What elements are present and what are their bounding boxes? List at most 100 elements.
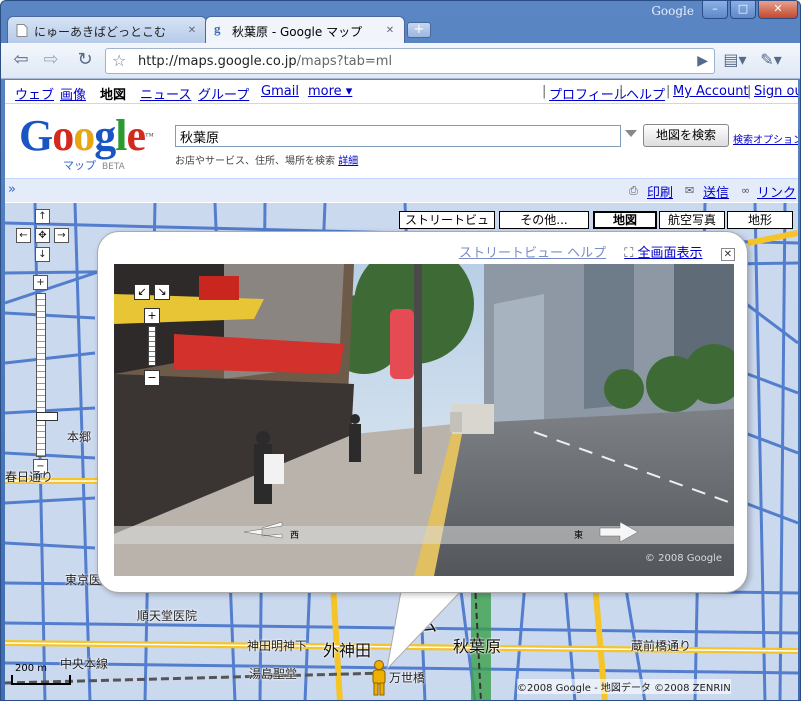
browser-window: Google – □ ✕ にゅーあきばどっとこむ ✕ g 秋葉原 - Googl…: [0, 0, 801, 701]
reload-icon[interactable]: ↻: [73, 49, 97, 73]
street-photo: [114, 264, 734, 576]
sign-out-link[interactable]: Sign ou: [754, 84, 798, 99]
pan-left-icon[interactable]: ←: [16, 228, 31, 243]
map-label: 外神田: [323, 641, 372, 660]
tab-title: 秋葉原 - Google マップ: [232, 25, 363, 39]
gbar-groups-link[interactable]: グループ: [198, 84, 249, 103]
zoom-in-icon[interactable]: +: [33, 275, 48, 290]
address-bar[interactable]: ☆ http://maps.google.co.jp/maps?tab=ml ▶: [105, 48, 715, 74]
map-type-map-button[interactable]: 地図: [593, 211, 657, 229]
forward-icon[interactable]: ⇨: [39, 49, 63, 73]
go-icon[interactable]: ▶: [697, 53, 708, 69]
print-link[interactable]: 印刷: [647, 182, 673, 201]
search-header: Google™ マップBETA 地図を検索 検索オプション お店やサービス、住所…: [5, 104, 798, 176]
close-popup-icon[interactable]: ✕: [720, 248, 735, 261]
logo-subtitle: マップ BETA: [63, 159, 125, 172]
tab-nyuakiba[interactable]: にゅーあきばどっとこむ ✕: [7, 16, 207, 43]
close-tab-icon[interactable]: ✕: [384, 25, 396, 37]
print-icon[interactable]: ⎙: [629, 184, 642, 197]
browser-brand: Google: [651, 4, 694, 18]
pano-copyright: © 2008 Google: [644, 553, 722, 564]
fullscreen-link[interactable]: ⛶ 全画面表示: [624, 246, 702, 261]
back-icon[interactable]: ⇦: [9, 49, 33, 73]
expand-sidebar-icon[interactable]: »: [8, 182, 16, 197]
map-scale: 200 m: [11, 663, 103, 691]
tab-google-maps[interactable]: g 秋葉原 - Google マップ ✕: [205, 16, 405, 43]
my-account-link[interactable]: My Account: [673, 84, 749, 99]
zoom-control: + −: [31, 275, 58, 475]
map-label: 神田明神下: [247, 639, 308, 653]
close-window-button[interactable]: ✕: [758, 1, 798, 19]
search-maps-button[interactable]: 地図を検索: [643, 124, 729, 147]
streetview-help-link[interactable]: ストリートビュー ヘルプ: [459, 246, 606, 261]
separator: |: [666, 84, 671, 99]
page-menu-icon[interactable]: ▤▾: [723, 49, 747, 73]
map-type-streetview-button[interactable]: ストリートビュー: [399, 211, 495, 243]
page-icon: [16, 24, 28, 37]
popup-tail: [386, 591, 462, 671]
url-text: http://maps.google.co.jp/maps?tab=ml: [138, 54, 393, 69]
search-history-dropdown-icon[interactable]: [625, 130, 637, 137]
help-link[interactable]: ヘルプ: [626, 84, 665, 103]
scale-label: 200 m: [15, 663, 48, 674]
map-label: 湯島聖堂: [249, 667, 298, 681]
separator: |: [619, 84, 624, 99]
direction-east-label: 東: [574, 531, 584, 541]
google-favicon-icon: g: [214, 21, 221, 36]
pan-up-icon[interactable]: ↑: [35, 209, 50, 224]
gbar-web-link[interactable]: ウェブ: [15, 84, 54, 103]
bookmark-star-icon[interactable]: ☆: [112, 51, 126, 70]
map-type-more-button[interactable]: その他...: [499, 211, 589, 229]
map-type-terrain-button[interactable]: 地形: [727, 211, 793, 229]
minimize-button[interactable]: –: [702, 1, 728, 19]
gbar-images-link[interactable]: 画像: [60, 84, 86, 103]
popup-header: ストリートビュー ヘルプ ⛶ 全画面表示 ✕: [445, 242, 735, 261]
map-type-satellite-button[interactable]: 航空写真: [659, 211, 725, 229]
pan-down-icon[interactable]: ↓: [35, 247, 50, 262]
rotate-left-icon[interactable]: ↙: [134, 284, 150, 300]
browser-toolbar: ⇦ ⇨ ↻ ☆ http://maps.google.co.jp/maps?ta…: [1, 43, 800, 79]
pan-center-icon[interactable]: ✥: [35, 228, 50, 243]
map-label: 順天堂医院: [137, 609, 198, 623]
maximize-button[interactable]: □: [730, 1, 756, 19]
wrench-menu-icon[interactable]: ✎▾: [759, 49, 783, 73]
pano-zoom-out-icon[interactable]: −: [144, 370, 160, 386]
map-label: 蔵前橋通り: [631, 639, 692, 653]
direction-west-label: 西: [290, 531, 300, 541]
tab-title: にゅーあきばどっとこむ: [34, 25, 167, 39]
zoom-slider-handle[interactable]: [36, 412, 58, 421]
gbar-more-link[interactable]: more ▾: [308, 84, 352, 99]
link-icon[interactable]: ∞: [741, 184, 754, 197]
send-link[interactable]: 送信: [703, 182, 729, 201]
action-bar: » ⎙ 印刷 ✉ 送信 ∞ リンク: [5, 178, 798, 202]
map-label: 本郷: [67, 430, 92, 444]
search-hint-details-link[interactable]: 詳細: [338, 156, 358, 167]
gbar-gmail-link[interactable]: Gmail: [261, 84, 299, 99]
fullscreen-icon: ⛶: [624, 246, 638, 261]
zoom-slider[interactable]: [36, 293, 58, 457]
profile-link[interactable]: プロフィール: [549, 84, 627, 103]
map-copyright: ©2008 Google - 地図データ ©2008 ZENRIN: [517, 679, 731, 694]
pano-zoom-in-icon[interactable]: +: [144, 308, 160, 324]
page-content: ウェブ 画像 地図 ニュース グループ Gmail more ▾ | プロフィー…: [5, 80, 798, 700]
google-logo[interactable]: Google™: [19, 114, 154, 158]
map-label: 万世橋: [389, 671, 426, 685]
mail-icon[interactable]: ✉: [685, 184, 698, 197]
map-canvas[interactable]: ストリートビュー その他... 地図 航空写真 地形 ↑ ← ✥ → ↓ + −…: [5, 203, 798, 700]
search-input[interactable]: [175, 125, 621, 147]
close-tab-icon[interactable]: ✕: [186, 25, 198, 37]
map-label: 春日通り: [5, 470, 54, 484]
window-controls: – □ ✕: [702, 1, 798, 19]
pan-right-icon[interactable]: →: [54, 228, 69, 243]
pano-zoom-slider[interactable]: [148, 326, 156, 366]
separator: |: [542, 84, 547, 99]
gbar-news-link[interactable]: ニュース: [140, 84, 191, 103]
streetview-popup: ストリートビュー ヘルプ ⛶ 全画面表示 ✕ ↙ ↘ + − 西 東 © 200…: [97, 231, 748, 593]
search-options-link[interactable]: 検索オプション: [733, 131, 798, 146]
rotate-right-icon[interactable]: ↘: [154, 284, 170, 300]
new-tab-button[interactable]: +: [407, 22, 431, 38]
gbar-maps-current: 地図: [100, 88, 127, 103]
streetview-panorama[interactable]: ↙ ↘ + − 西 東 © 2008 Google: [114, 264, 734, 576]
link-link[interactable]: リンク: [757, 182, 796, 201]
title-bar: Google – □ ✕ にゅーあきばどっとこむ ✕ g 秋葉原 - Googl…: [1, 1, 800, 43]
